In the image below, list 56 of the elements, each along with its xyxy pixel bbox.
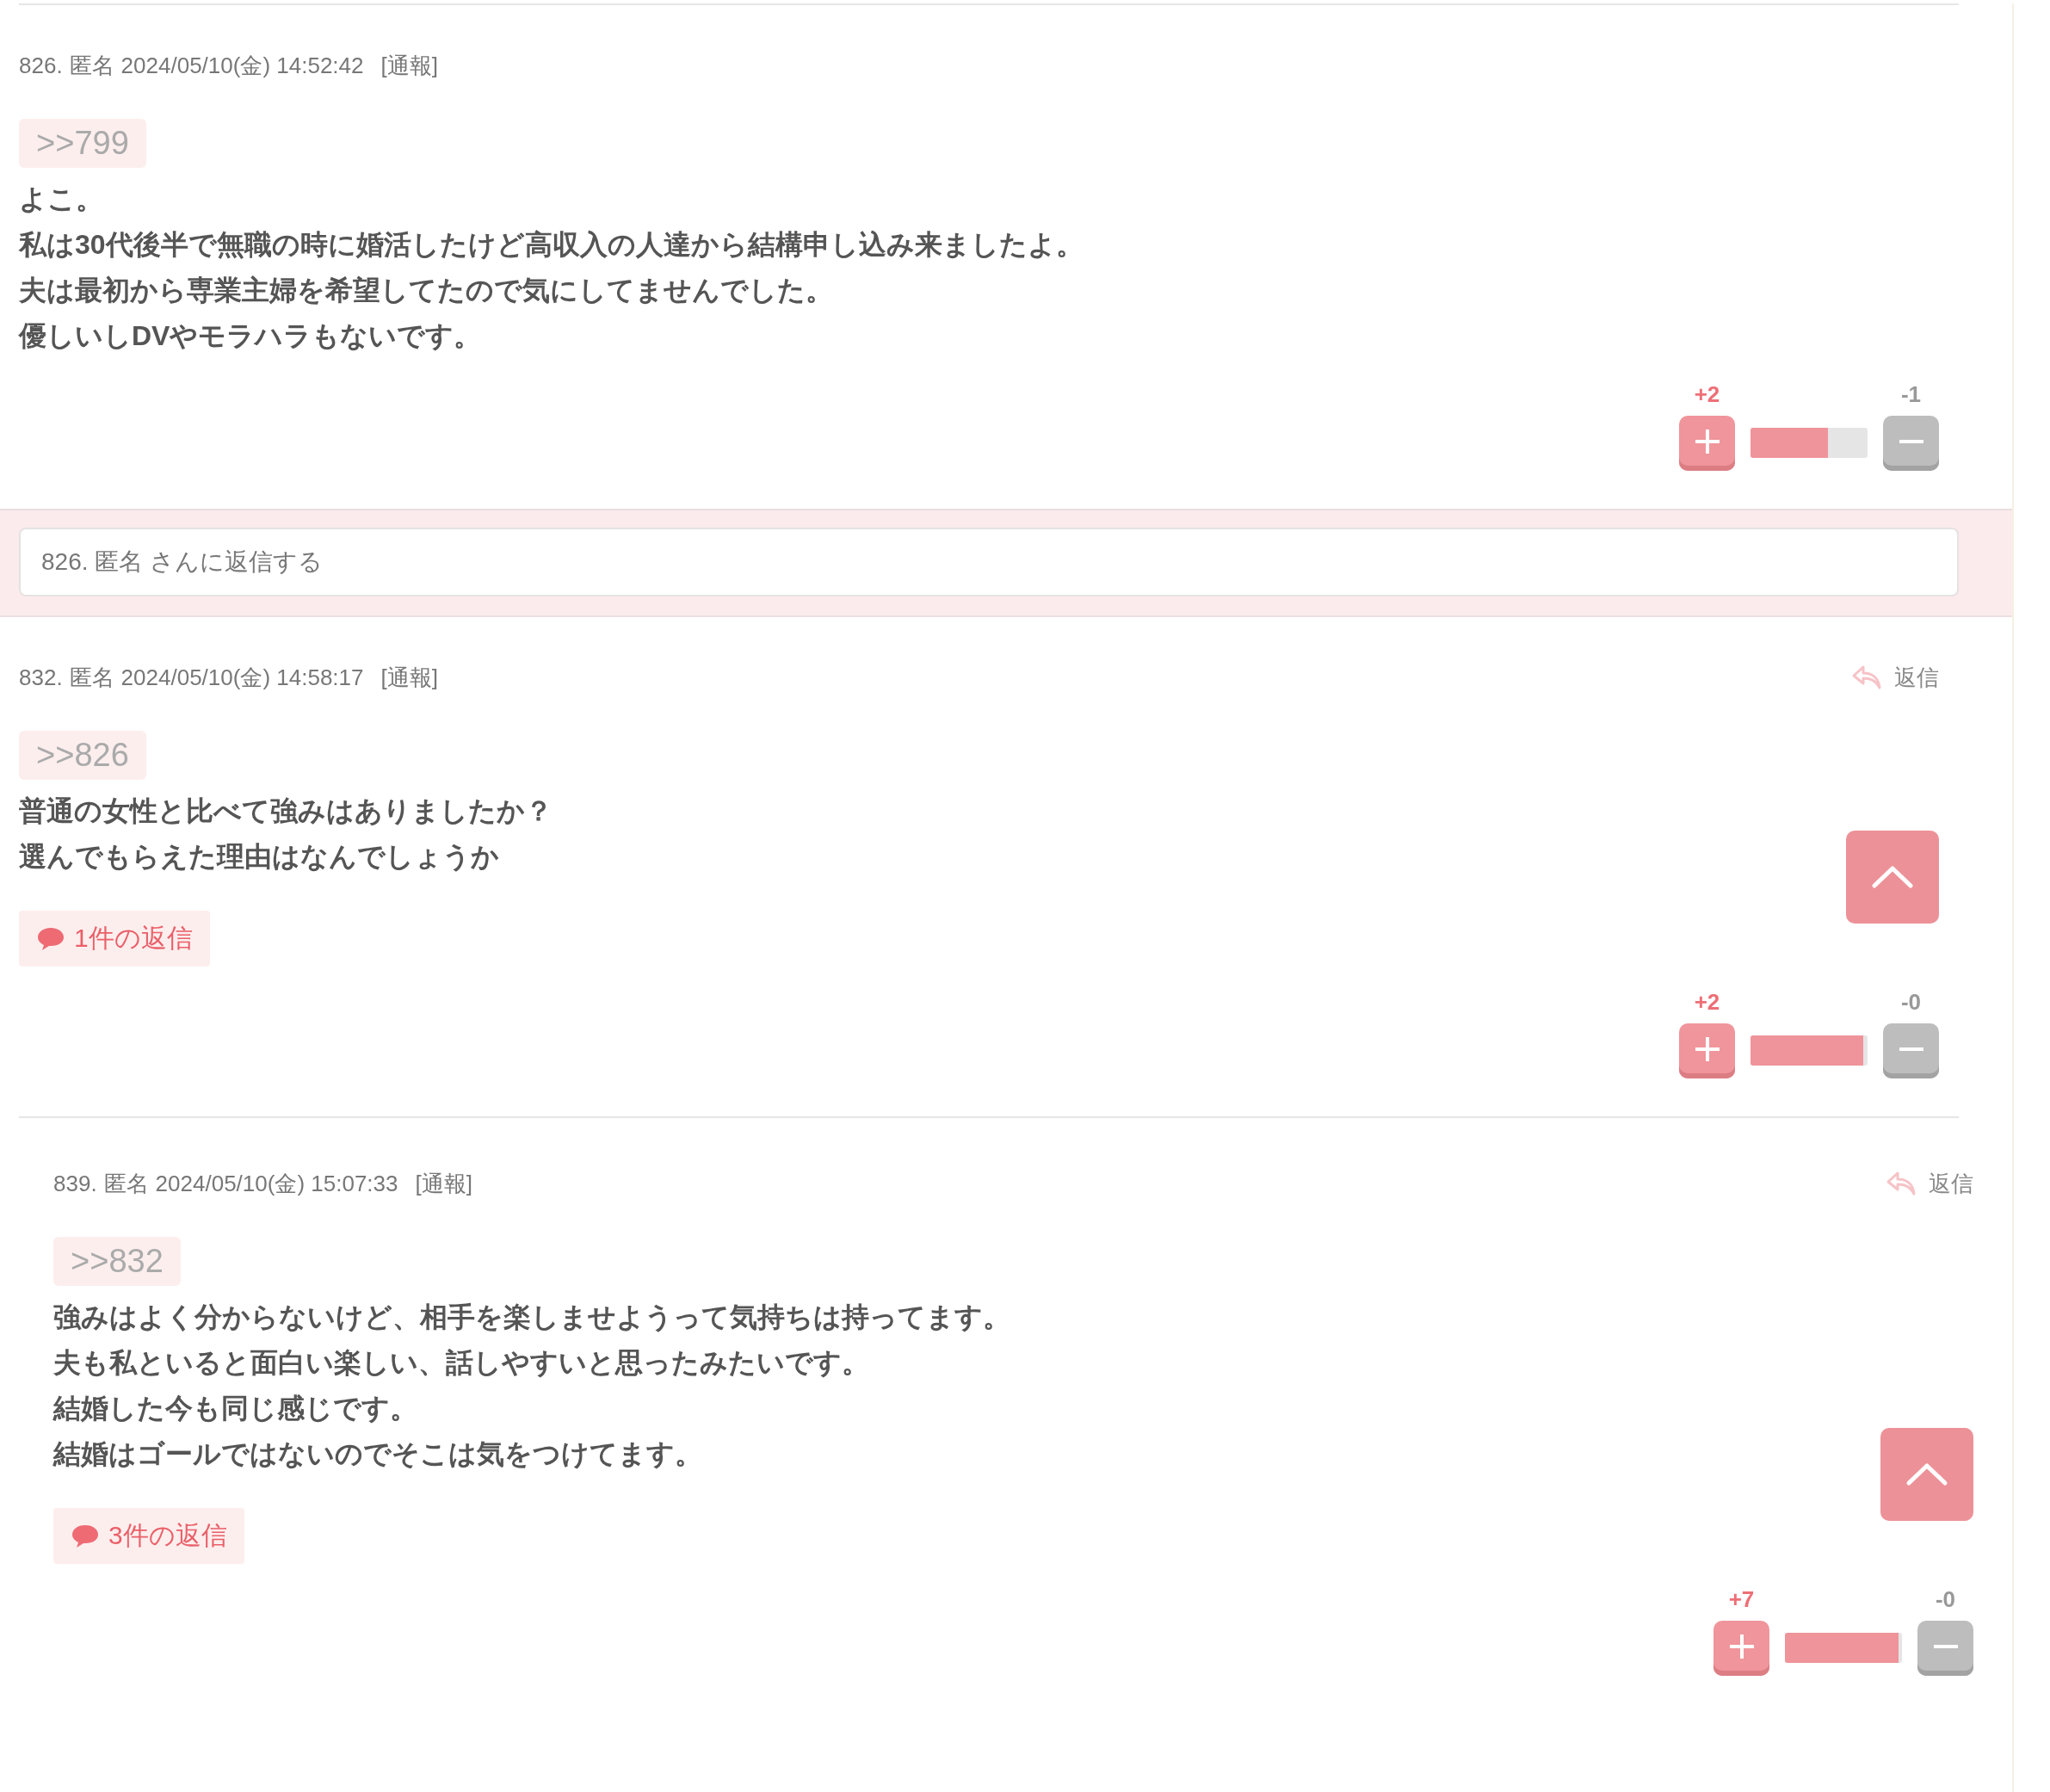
post-text-line: 夫も私といると面白い楽しい、話しやすいと思ったみたいです。 bbox=[53, 1346, 870, 1380]
chevron-up-icon bbox=[1871, 865, 1914, 889]
plus-button[interactable] bbox=[1679, 1023, 1735, 1078]
post-text-line: よこ。 bbox=[19, 182, 104, 216]
plus-icon bbox=[1693, 428, 1721, 455]
post-text-line: 私は30代後半で無職の時に婚活したけど高収入の人達から結構申し込み来ましたよ。 bbox=[19, 228, 1084, 262]
anchor-link[interactable]: >>826 bbox=[19, 731, 146, 780]
post-text-line: 夫は最初から専業主婦を希望してたので気にしてませんでした。 bbox=[19, 274, 834, 307]
minus-count: -0 bbox=[1935, 1586, 1956, 1612]
post-date: 2024/05/10(金) 14:52:42 bbox=[120, 51, 364, 80]
post-text-line: 選んでもらえた理由はなんでしょうか bbox=[19, 840, 500, 874]
replies-button[interactable]: 3件の返信 bbox=[53, 1508, 244, 1564]
reply-input-field[interactable]: 826. 匿名 さんに返信する bbox=[19, 528, 1959, 596]
author-name: 匿名 bbox=[69, 51, 114, 80]
reply-button[interactable]: 返信 bbox=[1851, 662, 1939, 693]
plus-icon bbox=[1693, 1035, 1721, 1063]
post-number: 826. bbox=[19, 52, 63, 79]
minus-button[interactable] bbox=[1917, 1621, 1973, 1676]
minus-icon bbox=[1931, 1645, 1960, 1648]
post-number: 832. bbox=[19, 664, 63, 691]
reply-button[interactable]: 返信 bbox=[1886, 1168, 1973, 1199]
author-name: 匿名 bbox=[103, 1169, 149, 1198]
post-text-line: 強みはよく分からないけど、相手を楽しませようって気持ちは持ってます。 bbox=[53, 1301, 1010, 1334]
plus-count: +2 bbox=[1694, 381, 1720, 407]
minus-icon bbox=[1897, 440, 1925, 443]
plus-icon bbox=[1727, 1633, 1756, 1660]
post-text-line: 普通の女性と比べて強みはありましたか？ bbox=[19, 794, 553, 828]
reply-arrow-icon bbox=[1851, 664, 1882, 690]
post-text-line: 結婚した今も同じ感じです。 bbox=[53, 1392, 418, 1425]
minus-button[interactable] bbox=[1883, 416, 1939, 471]
speech-bubble-icon bbox=[71, 1523, 100, 1549]
chevron-up-icon bbox=[1905, 1462, 1948, 1486]
anchor-link[interactable]: >>832 bbox=[53, 1237, 181, 1286]
plus-button[interactable] bbox=[1713, 1621, 1769, 1676]
minus-icon bbox=[1897, 1047, 1925, 1051]
report-link[interactable]: [通報] bbox=[380, 662, 438, 693]
report-link[interactable]: [通報] bbox=[415, 1168, 472, 1199]
plus-count: +7 bbox=[1728, 1586, 1755, 1612]
report-link[interactable]: [通報] bbox=[380, 50, 438, 81]
post-date: 2024/05/10(金) 14:58:17 bbox=[120, 663, 364, 692]
speech-bubble-icon bbox=[36, 925, 65, 952]
anchor-link[interactable]: >>799 bbox=[19, 119, 146, 168]
replies-button[interactable]: 1件の返信 bbox=[19, 911, 210, 967]
minus-count: -0 bbox=[1900, 989, 1922, 1015]
plus-count: +2 bbox=[1694, 989, 1720, 1015]
reply-arrow-icon bbox=[1886, 1171, 1917, 1196]
author-name: 匿名 bbox=[69, 663, 114, 692]
post-text-line: 優しいしDVやモラハラもないです。 bbox=[19, 319, 483, 353]
post-text-line: 結婚はゴールではないのでそこは気をつけてます。 bbox=[53, 1437, 703, 1471]
plus-button[interactable] bbox=[1679, 416, 1735, 471]
post-number: 839. bbox=[53, 1170, 97, 1197]
minus-count: -1 bbox=[1900, 381, 1922, 407]
scroll-top-button[interactable] bbox=[1880, 1428, 1973, 1521]
scroll-top-button[interactable] bbox=[1846, 831, 1939, 924]
minus-button[interactable] bbox=[1883, 1023, 1939, 1078]
post-date: 2024/05/10(金) 15:07:33 bbox=[155, 1169, 398, 1198]
